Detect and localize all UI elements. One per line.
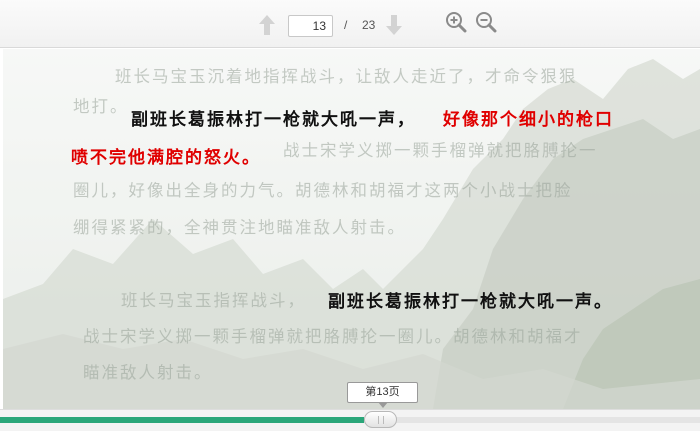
arrow-down-icon	[386, 15, 402, 35]
faded-text-line: 绷得紧紧的，全神贯注地瞄准敌人射击。	[73, 218, 406, 237]
faded-text-line: 战士宋学义掷一颗手榴弹就把胳膊抡一圈儿。胡德林和胡福才	[83, 327, 583, 346]
slide-page: 班长马宝玉沉着地指挥战斗，让敌人走近了，才命令狠狠 地打。 战士宋学义掷一颗手榴…	[3, 49, 700, 409]
progress-fill	[0, 417, 364, 423]
faded-text-line: 战士宋学义掷一颗手榴弹就把胳膊抡一	[283, 141, 598, 160]
highlight-sentence-red: 好像那个细小的枪口	[443, 110, 614, 130]
zoom-in-button[interactable]	[445, 11, 467, 33]
page-number-input[interactable]	[288, 15, 333, 37]
faded-text-line: 班长马宝玉沉着地指挥战斗，让敌人走近了，才命令狠狠	[115, 67, 578, 86]
highlight-sentence-black: 副班长葛振林打一枪就大吼一声，	[131, 110, 416, 130]
prev-page-button[interactable]	[257, 14, 277, 36]
page-separator: /	[344, 18, 348, 32]
zoom-out-icon	[476, 12, 497, 33]
progress-slider-handle[interactable]	[364, 411, 397, 428]
zoom-out-button[interactable]	[475, 11, 497, 33]
faded-text-line: 地打。	[73, 97, 129, 116]
faded-text-line: 瞄准敌人射击。	[83, 363, 213, 382]
faded-text-line: 班长马宝玉指挥战斗，	[121, 291, 306, 310]
page-progress-bar[interactable]	[0, 409, 700, 431]
faded-text-line: 圈儿，好像出全身的力气。胡德林和胡福才这两个小战士把脸	[73, 181, 573, 200]
viewer-toolbar: / 23	[0, 0, 700, 48]
next-page-button[interactable]	[384, 14, 404, 36]
highlight-sentence-black: 副班长葛振林打一枪就大吼一声。	[328, 292, 613, 312]
page-indicator-tooltip: 第13页	[347, 382, 418, 408]
zoom-in-icon	[446, 12, 467, 33]
highlight-sentence-red: 喷不完他满腔的怒火。	[71, 148, 261, 168]
arrow-up-icon	[259, 15, 275, 35]
total-pages: 23	[362, 18, 376, 32]
